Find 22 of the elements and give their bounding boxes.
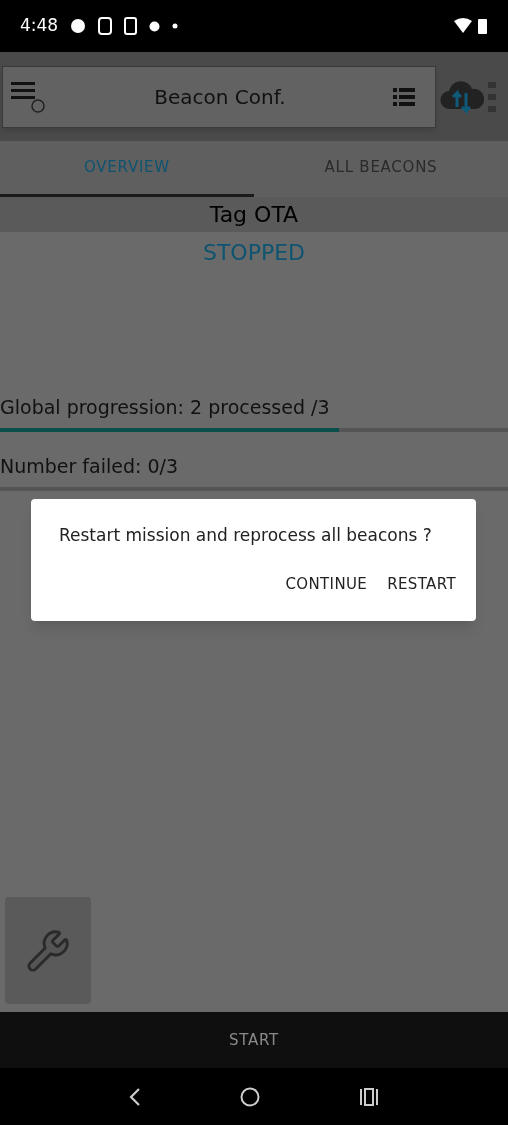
menu-icon[interactable] (11, 79, 47, 114)
dot-icon (172, 23, 179, 29)
dialog-button[interactable]: CONTINUE (277, 568, 376, 599)
wrench-icon (25, 927, 71, 974)
tools-button[interactable] (5, 897, 91, 1004)
phone-icon (124, 17, 138, 35)
dialog-message: Restart mission and reprocess all beacons ? (59, 524, 433, 547)
cloud-sync-icon[interactable] (440, 78, 484, 115)
start-button[interactable]: START (0, 1012, 508, 1068)
recents-icon[interactable] (358, 1087, 379, 1106)
home-icon[interactable] (240, 1086, 260, 1107)
mission-state: STOPPED (201, 239, 307, 267)
wifi-battery-icons (454, 17, 488, 35)
dialog-button[interactable]: RESTART (379, 568, 464, 599)
section-header: Tag OTA (0, 197, 508, 232)
sim-icon (98, 17, 113, 35)
list-icon[interactable] (393, 87, 415, 106)
app-title: Beacon Conf. (153, 83, 287, 111)
clock: 4:48 (20, 14, 59, 38)
back-icon[interactable] (129, 1087, 142, 1106)
progress-label: Number failed: 0/3 (0, 454, 180, 479)
progress-label: Global progression: 2 processed /3 (0, 395, 331, 420)
